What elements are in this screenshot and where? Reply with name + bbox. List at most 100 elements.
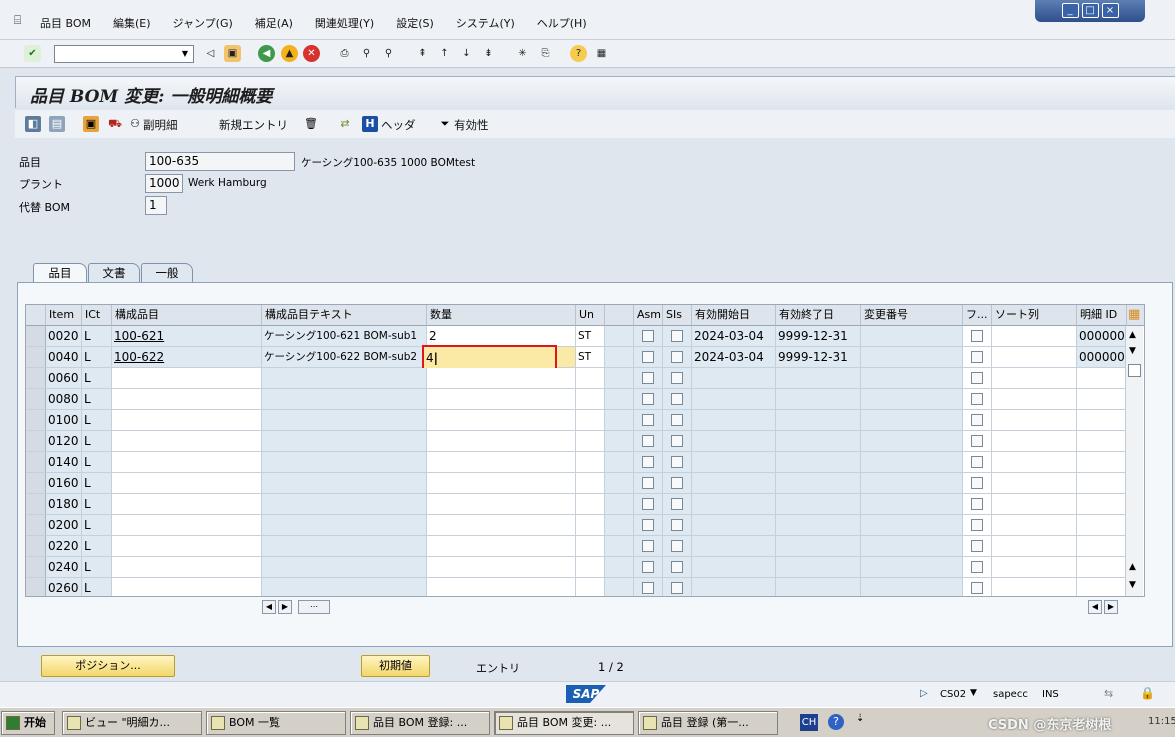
print-icon[interactable]: ⎙ [336,45,353,62]
menu-item-system[interactable]: システム(Y) [456,15,515,31]
cancel-icon[interactable]: ✕ [303,45,320,62]
col-asm[interactable]: Asm [634,305,663,326]
asm-checkbox[interactable] [642,351,654,363]
sis-checkbox[interactable] [671,540,683,552]
tab-material[interactable]: 品目 [33,263,87,282]
enter-icon[interactable]: ✔ [24,45,41,62]
unit-field[interactable] [576,389,605,410]
menu-item-goto[interactable]: ジャンプ(G) [173,15,233,31]
taskbar-item[interactable]: ビュー "明細カ... [62,711,202,735]
sis-checkbox[interactable] [671,498,683,510]
menu-item-edit[interactable]: 編集(E) [113,15,151,31]
col-sis[interactable]: SIs [663,305,692,326]
last-page-icon[interactable]: ⇟ [480,45,497,62]
asm-checkbox[interactable] [642,498,654,510]
maximize-button[interactable]: □ [1081,3,1099,18]
col-component[interactable]: 構成品目 [112,305,262,326]
row-selector[interactable] [26,347,46,368]
command-field[interactable]: ▼ [54,45,194,63]
col-component-text[interactable]: 構成品目テキスト [262,305,427,326]
quantity-field-tail[interactable] [557,347,576,368]
flag-checkbox[interactable] [971,498,983,510]
quantity-field[interactable] [427,473,576,494]
row-selector[interactable] [26,368,46,389]
sort-string-field[interactable] [992,515,1077,536]
new-entry-button[interactable]: 新規エントリ [219,117,288,133]
row-selector[interactable] [26,389,46,410]
scroll-down-icon[interactable]: ▼ [1129,346,1136,356]
item-category[interactable]: L [82,368,112,389]
component-field[interactable] [112,557,262,578]
row-selector[interactable] [26,473,46,494]
component-field[interactable] [112,536,262,557]
unit-field[interactable] [576,452,605,473]
material-field[interactable]: 100-635 [145,152,295,171]
quantity-field[interactable] [427,431,576,452]
item-category[interactable]: L [82,452,112,473]
menu-item-extras[interactable]: 補足(A) [255,15,293,31]
find-next-icon[interactable]: ⚲ [380,45,397,62]
select-all-header[interactable] [26,305,46,326]
change-icon[interactable]: ⇄ [337,116,353,132]
filter-icon[interactable]: ⏷ [437,116,453,132]
scroll-thumb[interactable] [1128,364,1141,377]
sort-string-field[interactable] [992,473,1077,494]
sort-string-field[interactable] [992,578,1077,596]
flag-checkbox[interactable] [971,435,983,447]
unit-field[interactable] [576,515,605,536]
sis-checkbox[interactable] [671,393,683,405]
item-category[interactable]: L [82,578,112,596]
unit-field[interactable] [576,536,605,557]
flag-checkbox[interactable] [971,351,983,363]
row-selector[interactable] [26,326,46,347]
chevron-down-icon[interactable]: ▼ [177,46,193,62]
sort-string-field[interactable] [992,494,1077,515]
quantity-field[interactable]: 2 [427,326,576,347]
scroll-right-icon[interactable]: ▶ [278,600,292,614]
row-selector[interactable] [26,494,46,515]
flag-checkbox[interactable] [971,330,983,342]
sis-checkbox[interactable] [671,435,683,447]
item-category[interactable]: L [82,389,112,410]
flag-checkbox[interactable] [971,393,983,405]
quantity-field[interactable] [427,410,576,431]
row-selector[interactable] [26,578,46,596]
item-category[interactable]: L [82,431,112,452]
sub-item-icon[interactable]: ⚇ [127,116,143,132]
save-icon[interactable]: ▣ [224,45,241,62]
taskbar-item[interactable]: 品目 BOM 登録: ... [350,711,490,735]
flag-checkbox[interactable] [971,540,983,552]
new-session-icon[interactable]: ✳ [514,45,531,62]
menu-item-help[interactable]: ヘルプ(H) [537,15,587,31]
initial-value-button[interactable]: 初期値 [361,655,430,677]
sort-string-field[interactable] [992,536,1077,557]
flag-checkbox[interactable] [971,477,983,489]
col-change-number[interactable]: 変更番号 [861,305,963,326]
ime-options-icon[interactable]: ⇣ [856,713,864,724]
item-category[interactable]: L [82,557,112,578]
tab-general[interactable]: 一般 [141,263,193,282]
asm-checkbox[interactable] [642,393,654,405]
component-link[interactable]: 100-621 [112,326,262,347]
row-selector[interactable] [26,557,46,578]
quantity-field[interactable] [427,557,576,578]
exit-icon[interactable]: ▲ [281,45,298,62]
validity-button[interactable]: 有効性 [454,117,489,133]
scroll-left-icon[interactable]: ◀ [1088,600,1102,614]
col-unit[interactable]: Un [576,305,605,326]
quantity-field[interactable] [427,368,576,389]
col-sort-string[interactable]: ソート列 [992,305,1077,326]
row-selector[interactable] [26,536,46,557]
col-ict[interactable]: ICt [82,305,112,326]
delete-icon[interactable]: 🗑 [303,116,319,132]
plant-field[interactable]: 1000 [145,174,183,193]
component-field[interactable] [112,452,262,473]
flag-checkbox[interactable] [971,414,983,426]
asm-checkbox[interactable] [642,414,654,426]
sis-checkbox[interactable] [671,414,683,426]
sis-checkbox[interactable] [671,561,683,573]
row-selector[interactable] [26,515,46,536]
quantity-field[interactable] [427,515,576,536]
col-valid-from[interactable]: 有効開始日 [692,305,776,326]
horizontal-scrollbar-left[interactable]: ◀ ▶ ⋯ [262,600,330,614]
